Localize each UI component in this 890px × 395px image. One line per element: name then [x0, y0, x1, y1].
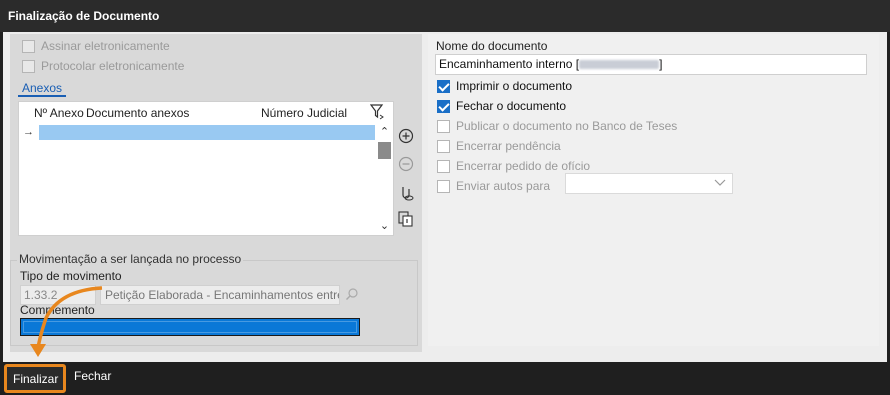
enviar-autos-select[interactable]: [565, 173, 733, 194]
dialog-title: Finalização de Documento: [0, 0, 890, 32]
option-fechar[interactable]: Fechar o documento: [437, 97, 566, 115]
dialog-body: Assinar eletronicamente Protocolar eletr…: [3, 32, 887, 362]
nome-value: Encaminhamento interno [: [439, 57, 580, 71]
anexos-grid: Nº Anexo Documento anexos Número Judicia…: [18, 101, 394, 236]
encerrar-pendencia-label: Encerrar pendência: [456, 139, 561, 153]
scroll-down-icon[interactable]: ⌄: [379, 220, 390, 232]
tipo-desc-field[interactable]: Petição Elaborada - Encaminhamentos entr…: [100, 285, 340, 305]
dialog-window: Finalização de Documento Assinar eletron…: [0, 0, 890, 395]
assinar-checkbox[interactable]: [22, 39, 35, 53]
redacted-value: [579, 60, 660, 70]
left-panel: Assinar eletronicamente Protocolar eletr…: [10, 34, 422, 352]
enviar-autos-checkbox[interactable]: [437, 179, 450, 193]
protocolar-checkbox[interactable]: [22, 59, 35, 73]
scroll-up-icon[interactable]: ⌃: [379, 126, 390, 138]
publicar-checkbox[interactable]: [437, 119, 450, 133]
enviar-autos-label: Enviar autos para: [456, 179, 551, 193]
dialog-footer: Finalizar Fechar: [0, 362, 890, 395]
option-imprimir[interactable]: Imprimir o documento: [437, 77, 572, 95]
protocolar-label: Protocolar eletronicamente: [41, 59, 185, 73]
imprimir-checkbox[interactable]: [437, 79, 450, 93]
option-enviar-autos[interactable]: Enviar autos para: [437, 177, 550, 195]
tipo-code-field[interactable]: 1.33.2: [20, 285, 96, 305]
complemento-input[interactable]: [20, 318, 360, 336]
remove-circle-icon[interactable]: [397, 156, 415, 174]
encerrar-oficio-checkbox[interactable]: [437, 159, 450, 173]
selected-row-cell[interactable]: [39, 125, 375, 140]
filter-icon[interactable]: [369, 104, 386, 122]
encerrar-oficio-label: Encerrar pedido de ofício: [456, 159, 591, 173]
assinar-checkbox-row[interactable]: Assinar eletronicamente: [22, 37, 170, 55]
finalizar-button[interactable]: Finalizar: [4, 364, 66, 393]
imprimir-label: Imprimir o documento: [456, 79, 573, 93]
nome-suffix: ]: [659, 57, 663, 71]
col-header-documento[interactable]: Documento anexos: [86, 102, 189, 124]
search-icon[interactable]: [345, 287, 361, 303]
copy-attachment-icon[interactable]: [397, 210, 415, 228]
col-header-numero[interactable]: Nº Anexo: [34, 102, 84, 124]
table-row[interactable]: →: [19, 124, 379, 141]
add-circle-icon[interactable]: [397, 128, 415, 146]
publicar-label: Publicar o documento no Banco de Teses: [456, 119, 678, 133]
attach-icon[interactable]: [397, 184, 415, 202]
complemento-label: Complemento: [20, 303, 95, 317]
fechar-checkbox[interactable]: [437, 99, 450, 113]
chevron-down-icon[interactable]: [714, 176, 726, 190]
tipo-label: Tipo de movimento: [20, 269, 122, 283]
scroll-thumb[interactable]: [378, 142, 391, 159]
movimentacao-legend: Movimentação a ser lançada no processo: [17, 252, 244, 266]
fechar-button[interactable]: Fechar: [70, 364, 115, 393]
nome-documento-input[interactable]: Encaminhamento interno []: [435, 54, 867, 75]
option-publicar[interactable]: Publicar o documento no Banco de Teses: [437, 117, 677, 135]
encerrar-pendencia-checkbox[interactable]: [437, 139, 450, 153]
col-header-judicial[interactable]: Número Judicial: [261, 102, 347, 124]
protocolar-checkbox-row[interactable]: Protocolar eletronicamente: [22, 57, 184, 75]
grid-header: Nº Anexo Documento anexos Número Judicia…: [19, 102, 395, 124]
nome-label: Nome do documento: [436, 39, 548, 53]
tab-anexos[interactable]: Anexos: [18, 81, 67, 97]
fechar-label: Fechar o documento: [456, 99, 567, 113]
movimentacao-group: Movimentação a ser lançada no processo T…: [10, 252, 418, 346]
option-encerrar-pendencia[interactable]: Encerrar pendência: [437, 137, 561, 155]
grid-scrollbar[interactable]: ⌃ ⌄: [377, 124, 392, 235]
right-panel: Nome do documento Encaminhamento interno…: [428, 34, 879, 346]
complemento-value: [23, 321, 357, 333]
row-marker-icon: →: [23, 126, 34, 138]
assinar-label: Assinar eletronicamente: [41, 39, 170, 53]
